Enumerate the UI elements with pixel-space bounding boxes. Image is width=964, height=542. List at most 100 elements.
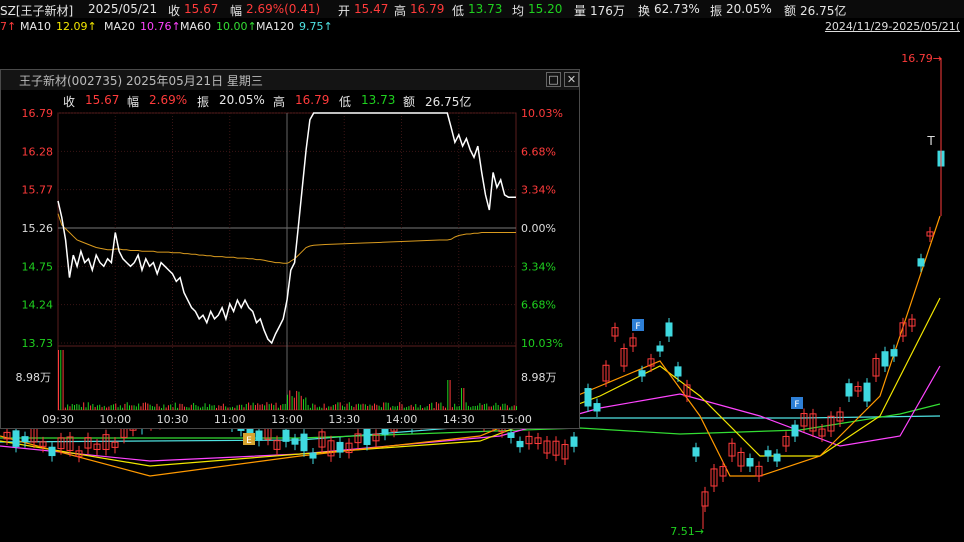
f-badge-2[interactable]: F: [791, 397, 803, 410]
volume-bar: [305, 397, 307, 410]
volume-bar: [357, 403, 359, 410]
ma20-label: MA20: [104, 20, 136, 33]
volume-bar: [227, 407, 229, 410]
intraday-popup[interactable]: 王子新材(002735) 2025年05月21日 星期三 □ ✕ 收 15.67…: [0, 69, 580, 429]
volume-bar: [458, 406, 460, 410]
volume-bar: [110, 405, 112, 410]
ma-legend: 7↑ MA10 12.09↑ MA20 10.76↑ MA60 10.00↑ M…: [0, 19, 964, 35]
volume-bar: [179, 403, 181, 410]
volume-bar: [467, 405, 469, 410]
symbol: SZ[王子新材]: [0, 4, 74, 18]
volume-bar: [428, 403, 430, 410]
volume-bar: [332, 405, 334, 410]
volume-bar: [410, 404, 412, 410]
candle: [917, 258, 925, 267]
volume-bar: [374, 403, 376, 410]
volume-bar: [74, 405, 76, 410]
volume-bar: [314, 404, 316, 410]
volume-bar: [273, 404, 275, 410]
ma60-label: MA60: [180, 20, 212, 33]
volume-bar: [369, 404, 371, 410]
candle: [255, 430, 263, 441]
y-tick-left: 16.79: [22, 107, 54, 120]
volume-bar: [412, 406, 414, 410]
candle: [890, 349, 898, 357]
volume-bar: [106, 407, 108, 410]
volume-bar: [435, 402, 437, 410]
f-badge-1[interactable]: F: [632, 319, 644, 332]
volume-bar: [323, 403, 325, 410]
intraday-chart[interactable]: 16.79 16.28 15.77 15.26 14.75 14.24 13.73 10.0…: [1, 70, 579, 428]
y-tick-left: 15.77: [22, 184, 54, 197]
y-tick-left: 14.24: [22, 299, 54, 312]
volume-bar: [190, 404, 192, 410]
volume-bar: [108, 406, 110, 410]
turnover-label: 换: [638, 4, 651, 18]
candle: [881, 351, 889, 367]
ma20-value: 10.76↑: [140, 20, 181, 33]
volume-bar: [312, 403, 314, 410]
date-range[interactable]: 2024/11/29-2025/05/21(: [825, 20, 960, 33]
volume-bar: [346, 403, 348, 410]
volume-bar: [511, 406, 513, 410]
volume-bar: [328, 406, 330, 410]
volume-bar: [335, 404, 337, 410]
volume-bar: [170, 404, 172, 410]
volume-bar: [206, 407, 208, 410]
x-tick: 15:00: [500, 413, 532, 426]
volume-bar: [213, 405, 215, 410]
volume-bar: [122, 407, 124, 410]
volume-bar: [461, 388, 463, 410]
x-tick: 14:00: [386, 413, 418, 426]
volume-bar: [316, 407, 318, 410]
volume-max-right: 8.98万: [521, 371, 557, 384]
volume-bar: [325, 407, 327, 410]
volume-bar: [142, 402, 144, 410]
volume-bar: [218, 405, 220, 410]
volume-bar: [238, 404, 240, 410]
candle: [791, 424, 799, 437]
volume-bar: [254, 405, 256, 410]
volume-bar: [199, 407, 201, 410]
volume-bar: [504, 403, 506, 410]
volume-bar: [154, 406, 156, 410]
low-label: 低: [452, 4, 465, 18]
candle: [764, 450, 772, 457]
volume-label: 量: [574, 4, 587, 18]
volume-bar: [94, 406, 96, 410]
volume-bar: [470, 407, 472, 410]
candle: [48, 446, 56, 457]
volume-bar: [76, 403, 78, 410]
x-axis: 09:30 10:00 10:30 11:00 13:00 13:30 14:00 14:30…: [42, 413, 532, 426]
f-badge-2-label: F: [794, 400, 799, 410]
volume-bar: [451, 407, 453, 410]
volume-bar: [165, 407, 167, 410]
volume-bar: [69, 406, 71, 410]
volume-bar: [193, 402, 195, 410]
volume-bar: [479, 403, 481, 410]
volume-bar: [422, 407, 424, 410]
volume-bar: [293, 397, 295, 410]
change-value: 2.69%(0.41): [246, 2, 321, 16]
volume-bar: [401, 404, 403, 410]
y-tick-right: 10.03%: [521, 337, 563, 350]
x-tick: 14:30: [443, 413, 475, 426]
y-tick-left: 14.75: [22, 260, 54, 273]
volume-bar: [172, 407, 174, 410]
candle: [773, 453, 781, 462]
low-price-marker: 7.51→: [670, 525, 704, 538]
volume-bar: [502, 403, 504, 410]
amount-label: 额: [784, 4, 797, 18]
e-badge[interactable]: E: [243, 433, 255, 446]
volume-bar: [195, 405, 197, 410]
x-tick: 09:30: [42, 413, 74, 426]
volume-bar: [264, 405, 266, 410]
volume-bar: [424, 407, 426, 410]
quote-header: SZ[王子新材] 2025/05/21 收 15.67 幅 2.69%(0.41…: [0, 0, 964, 18]
volume-bar: [465, 402, 467, 410]
volume-bar: [282, 404, 284, 410]
volume-bar: [287, 394, 288, 410]
volume-bar: [167, 405, 169, 410]
volume-bar: [112, 404, 114, 410]
volume-bar: [138, 403, 140, 410]
